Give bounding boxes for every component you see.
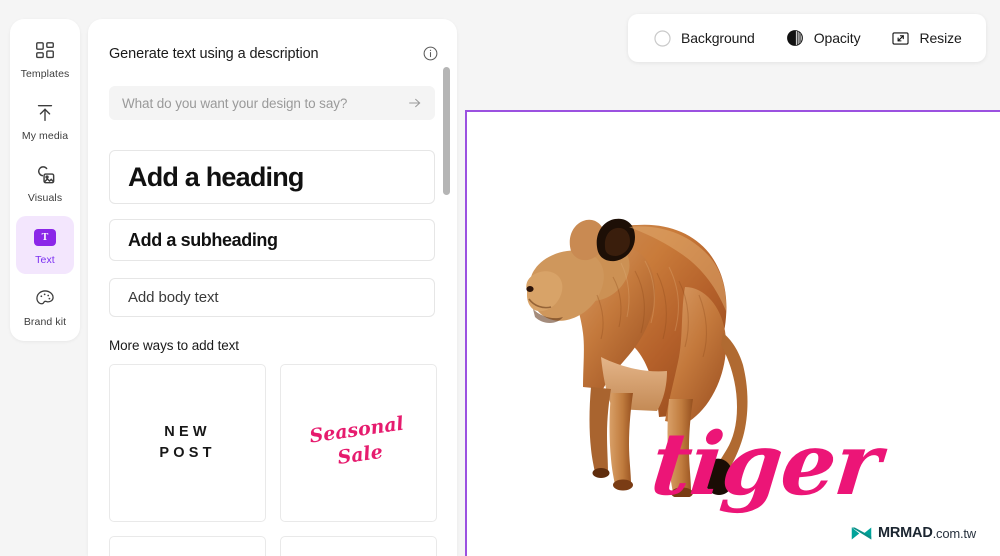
watermark: MRMAD .com.tw: [845, 522, 982, 544]
ai-prompt-input[interactable]: What do you want your design to say?: [109, 86, 435, 120]
sidebar-item-label: My media: [21, 130, 69, 143]
design-editor-app: Templates My media Visuals T Text Brand …: [0, 0, 1000, 556]
templates-grid-icon: [34, 38, 56, 64]
watermark-tld: .com.tw: [932, 525, 977, 541]
opacity-half-circle-icon: [785, 28, 805, 48]
opacity-label: Opacity: [813, 30, 861, 46]
card-line-1: NEW: [164, 424, 211, 441]
add-subheading-button[interactable]: Add a subheading: [109, 219, 435, 261]
sidebar-item-label: Templates: [20, 68, 70, 81]
resize-label: Resize: [919, 30, 962, 46]
circle-outline-icon: [652, 28, 672, 48]
add-subheading-label: Add a subheading: [128, 229, 278, 250]
text-panel: Generate text using a description What d…: [88, 19, 457, 556]
arrow-right-icon[interactable]: [407, 95, 423, 111]
sidebar-item-brand-kit[interactable]: Brand kit: [16, 278, 74, 336]
add-heading-button[interactable]: Add a heading: [109, 150, 435, 204]
text-template-grid: NEW POST Seasonal Sale: [109, 364, 439, 556]
image-shapes-icon: [34, 162, 57, 188]
panel-title: Generate text using a description: [109, 45, 319, 62]
sidebar-item-label: Brand kit: [23, 316, 67, 329]
upload-arrow-icon: [34, 100, 56, 126]
text-template-card-new-post[interactable]: NEW POST: [109, 364, 266, 522]
add-heading-label: Add a heading: [128, 161, 304, 192]
sidebar-item-label: Text: [35, 254, 55, 267]
info-circle-icon[interactable]: [422, 45, 439, 62]
sidebar-item-templates[interactable]: Templates: [16, 30, 74, 88]
canvas-headline-text[interactable]: tiger: [647, 414, 885, 515]
watermark-brand: MRMAD: [878, 525, 933, 541]
resize-button[interactable]: Resize: [882, 21, 969, 55]
text-t-badge: T: [34, 228, 56, 246]
ai-prompt-placeholder: What do you want your design to say?: [122, 95, 348, 111]
resize-expand-icon: [890, 28, 910, 48]
text-template-card-empty-1[interactable]: [109, 536, 266, 556]
add-body-text-button[interactable]: Add body text: [109, 278, 435, 317]
text-template-card-empty-2[interactable]: [280, 536, 437, 556]
sidebar-item-label: Visuals: [27, 192, 63, 205]
palette-icon: [34, 286, 56, 312]
text-t-icon: T: [34, 224, 56, 250]
sidebar-item-text[interactable]: T Text: [16, 216, 74, 274]
card-new-post-text: NEW POST: [159, 422, 215, 463]
sidebar-item-my-media[interactable]: My media: [16, 92, 74, 150]
sidebar-item-visuals[interactable]: Visuals: [16, 154, 74, 212]
panel-header: Generate text using a description: [109, 45, 439, 62]
more-ways-heading: More ways to add text: [109, 338, 239, 353]
background-button[interactable]: Background: [644, 21, 763, 55]
design-canvas[interactable]: tiger: [465, 110, 1000, 556]
mrmad-bowtie-logo: [851, 526, 872, 541]
add-body-text-label: Add body text: [128, 289, 219, 306]
card-line-2: POST: [159, 445, 216, 461]
background-label: Background: [681, 30, 755, 46]
card-seasonal-sale-text: Seasonal Sale: [308, 412, 409, 474]
panel-scrollbar-thumb[interactable]: [443, 67, 450, 195]
text-template-card-seasonal-sale[interactable]: Seasonal Sale: [280, 364, 437, 522]
left-sidebar: Templates My media Visuals T Text Brand …: [10, 19, 80, 341]
canvas-toolbar: Background Opacity Resize: [628, 14, 986, 62]
opacity-button[interactable]: Opacity: [777, 21, 869, 55]
